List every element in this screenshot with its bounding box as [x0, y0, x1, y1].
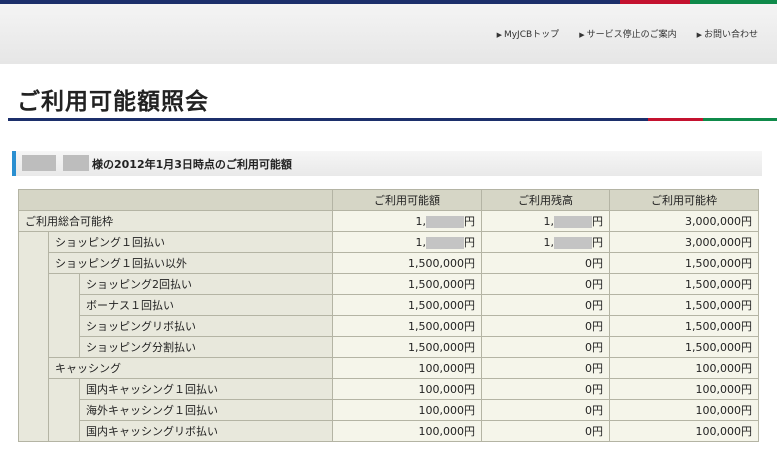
- available-cell: 1,500,000円: [332, 252, 483, 274]
- masked-amount: [554, 216, 593, 228]
- triangle-right-icon: ▶: [496, 31, 502, 39]
- table-row: キャッシング 100,000円 0円 100,000円: [18, 357, 760, 379]
- row-label: ショッピング2回払い: [78, 273, 334, 295]
- col-header-limit: ご利用可能枠: [609, 189, 760, 211]
- limit-cell: 100,000円: [609, 378, 760, 400]
- title-underline: [8, 118, 777, 121]
- table-row: 海外キャッシング１回払い 100,000円 0円 100,000円: [18, 399, 760, 421]
- balance-cell: 0円: [481, 252, 611, 274]
- available-cell: 100,000円: [332, 399, 483, 421]
- table-header-row: ご利用可能額 ご利用残高 ご利用可能枠: [17, 189, 760, 211]
- available-cell: 1, 円: [332, 231, 483, 253]
- balance-cell: 0円: [481, 357, 611, 379]
- col-header-available: ご利用可能額: [332, 189, 483, 211]
- limit-cell: 1,500,000円: [609, 273, 760, 295]
- available-cell: 1,500,000円: [332, 336, 483, 358]
- section-heading: 様の2012年1月3日時点のご利用可能額: [12, 151, 762, 176]
- table-row: ご利用総合可能枠 1, 円 1, 円 3,000,000円: [17, 210, 760, 232]
- table-row: ショッピング１回払い 1, 円 1, 円 3,000,000円: [18, 231, 760, 253]
- masked-amount: [426, 237, 465, 249]
- row-label: 国内キャッシング１回払い: [78, 378, 334, 400]
- section-heading-text: 様の2012年1月3日時点のご利用可能額: [92, 158, 292, 171]
- row-label: 国内キャッシングリボ払い: [78, 420, 334, 442]
- limit-cell: 3,000,000円: [609, 231, 760, 253]
- limit-cell: 1,500,000円: [609, 294, 760, 316]
- balance-cell: 0円: [481, 420, 611, 442]
- balance-cell: 1, 円: [481, 210, 611, 232]
- limit-cell: 100,000円: [609, 420, 760, 442]
- table-row: ボーナス１回払い 1,500,000円 0円 1,500,000円: [18, 294, 760, 316]
- row-label: ご利用総合可能枠: [17, 210, 334, 232]
- balance-cell: 0円: [481, 315, 611, 337]
- table-row: ショッピング2回払い 1,500,000円 0円 1,500,000円: [18, 273, 760, 295]
- masked-amount: [426, 216, 465, 228]
- table-row: ショッピング１回払い以外 1,500,000円 0円 1,500,000円: [18, 252, 760, 274]
- balance-cell: 1, 円: [481, 231, 611, 253]
- row-label: ボーナス１回払い: [78, 294, 334, 316]
- available-cell: 100,000円: [332, 378, 483, 400]
- available-cell: 1, 円: [332, 210, 483, 232]
- balance-cell: 0円: [481, 294, 611, 316]
- header-nav: ▶ MyJCBトップ ▶ サービス停止のご案内 ▶ お問い合わせ: [497, 27, 758, 40]
- masked-given-name: [63, 155, 89, 171]
- table-row: ショッピング分割払い 1,500,000円 0円 1,500,000円: [18, 336, 760, 358]
- table-row: 国内キャッシング１回払い 100,000円 0円 100,000円: [18, 378, 760, 400]
- limit-cell: 1,500,000円: [609, 315, 760, 337]
- row-label: 海外キャッシング１回払い: [78, 399, 334, 421]
- limit-cell: 1,500,000円: [609, 252, 760, 274]
- row-label: キャッシング: [47, 357, 334, 379]
- header-bar: ▶ MyJCBトップ ▶ サービス停止のご案内 ▶ お問い合わせ: [0, 4, 777, 64]
- balance-cell: 0円: [481, 378, 611, 400]
- nav-link-myjcb-top[interactable]: ▶ MyJCBトップ: [497, 27, 560, 40]
- available-cell: 100,000円: [332, 357, 483, 379]
- limit-cell: 3,000,000円: [609, 210, 760, 232]
- row-label: ショッピング分割払い: [78, 336, 334, 358]
- row-label: ショッピング１回払い以外: [47, 252, 334, 274]
- available-amount-table: ご利用可能額 ご利用残高 ご利用可能枠 ご利用総合可能枠 1, 円 1, 円 3,0…: [17, 189, 760, 442]
- balance-cell: 0円: [481, 273, 611, 295]
- page-title: ご利用可能額照会: [17, 89, 209, 115]
- limit-cell: 100,000円: [609, 357, 760, 379]
- triangle-right-icon: ▶: [579, 31, 585, 39]
- limit-cell: 1,500,000円: [609, 336, 760, 358]
- limit-cell: 100,000円: [609, 399, 760, 421]
- nav-link-service-outage[interactable]: ▶ サービス停止のご案内: [579, 27, 676, 40]
- row-label: ショッピングリボ払い: [78, 315, 334, 337]
- available-cell: 100,000円: [332, 420, 483, 442]
- table-row: 国内キャッシングリボ払い 100,000円 0円 100,000円: [18, 420, 760, 442]
- col-header-balance: ご利用残高: [481, 189, 611, 211]
- balance-cell: 0円: [481, 399, 611, 421]
- masked-surname: [22, 155, 56, 171]
- table-row: ショッピングリボ払い 1,500,000円 0円 1,500,000円: [18, 315, 760, 337]
- balance-cell: 0円: [481, 336, 611, 358]
- available-cell: 1,500,000円: [332, 294, 483, 316]
- masked-amount: [554, 237, 593, 249]
- row-label: ショッピング１回払い: [47, 231, 334, 253]
- available-cell: 1,500,000円: [332, 315, 483, 337]
- nav-link-contact[interactable]: ▶ お問い合わせ: [697, 27, 758, 40]
- available-cell: 1,500,000円: [332, 273, 483, 295]
- header-label-cell: [17, 189, 334, 211]
- triangle-right-icon: ▶: [696, 31, 702, 39]
